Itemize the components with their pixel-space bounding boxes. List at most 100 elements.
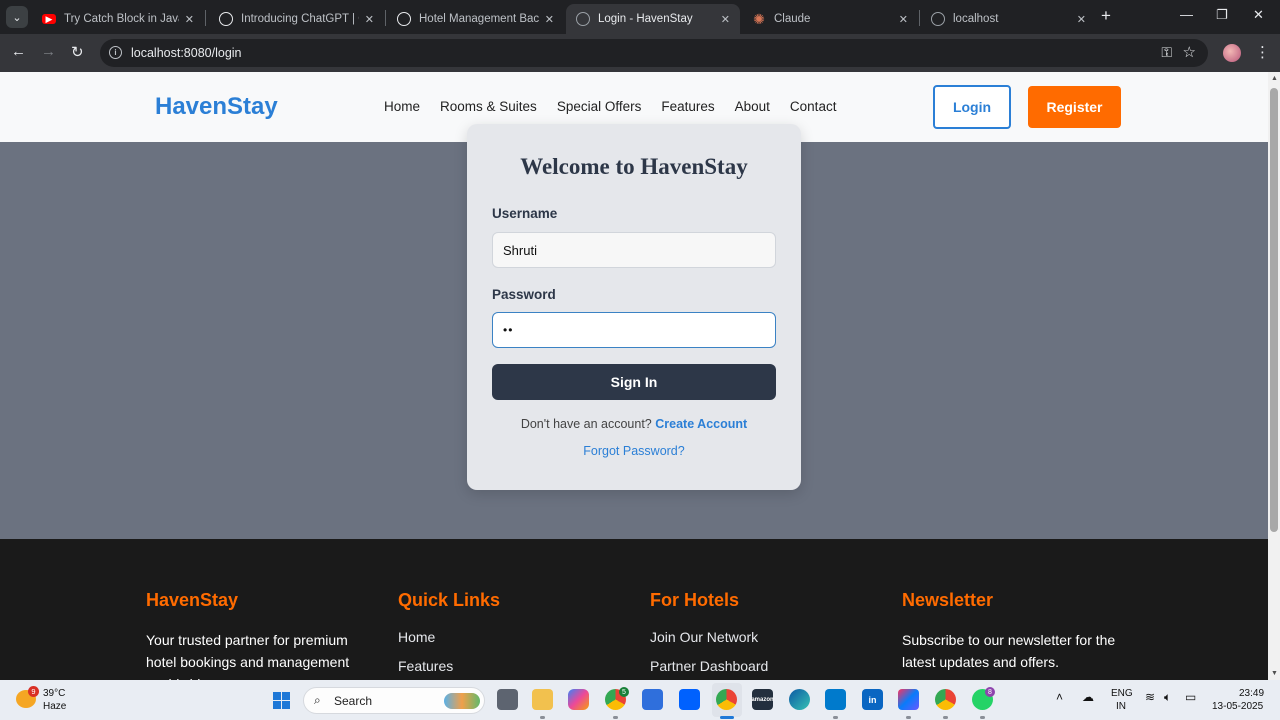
login-card: Welcome to HavenStay Username Shruti Pas…	[467, 124, 801, 490]
tab-divider	[919, 10, 920, 26]
tab-chatgpt[interactable]: Introducing ChatGPT | Ope ✕	[209, 4, 384, 34]
chrome-badge: 5	[619, 687, 629, 697]
task-view-icon[interactable]	[497, 689, 518, 710]
running-indicator	[980, 716, 985, 719]
profile-avatar[interactable]	[1223, 44, 1241, 62]
key-icon[interactable]: ⚿	[1161, 44, 1172, 61]
footer-link-home[interactable]: Home	[398, 629, 628, 645]
clock-date[interactable]: 13-05-2025	[1212, 701, 1263, 712]
site-info-icon[interactable]: i	[109, 46, 122, 59]
scroll-up-arrow-icon[interactable]: ▲	[1271, 75, 1278, 82]
search-icon: ⌕	[314, 693, 321, 707]
footer-for-hotels-title: For Hotels	[650, 590, 740, 610]
vscode-icon[interactable]	[825, 689, 846, 710]
nav-home[interactable]: Home	[384, 99, 420, 114]
dropbox-icon[interactable]	[679, 689, 700, 710]
browser-toolbar: ← → ↻ i localhost:8080/login ⚿ ☆ ⋮	[0, 34, 1280, 72]
scroll-thumb[interactable]	[1270, 88, 1278, 532]
minimize-button[interactable]: —	[1180, 7, 1193, 22]
copilot-icon[interactable]	[568, 689, 589, 710]
edge-icon[interactable]	[789, 689, 810, 710]
taskbar-search[interactable]: ⌕ Search	[303, 687, 485, 714]
nav-features[interactable]: Features	[661, 99, 714, 114]
tab-title: Login - HavenStay	[598, 13, 693, 25]
url-text[interactable]: localhost:8080/login	[131, 46, 242, 60]
language-region[interactable]: IN	[1116, 701, 1126, 712]
sign-in-button[interactable]: Sign In	[492, 364, 776, 400]
login-button[interactable]: Login	[933, 85, 1011, 129]
footer-newsletter-text: Subscribe to our newsletter for the late…	[902, 632, 1116, 670]
whatsapp-badge: 8	[985, 687, 995, 697]
nav-rooms-suites[interactable]: Rooms & Suites	[440, 99, 537, 114]
weather-condition[interactable]: Haze	[43, 701, 66, 712]
bookmark-star-icon[interactable]: ☆	[1183, 43, 1196, 61]
microsoft-store-icon[interactable]	[642, 689, 663, 710]
password-field[interactable]: ••	[492, 312, 776, 348]
clock-time[interactable]: 23:49	[1239, 688, 1264, 699]
tab-title: Claude	[774, 13, 811, 25]
nav-contact[interactable]: Contact	[790, 99, 837, 114]
footer-link-features[interactable]: Features	[398, 658, 628, 674]
search-label: Search	[334, 694, 373, 708]
tab-youtube[interactable]: ▶ Try Catch Block in Java - Yo ✕	[32, 4, 204, 34]
file-explorer-icon[interactable]	[532, 689, 553, 710]
close-icon[interactable]: ✕	[365, 13, 374, 26]
tab-title: Introducing ChatGPT | Ope	[241, 13, 359, 25]
chevron-up-icon[interactable]: ˄	[1056, 690, 1063, 704]
forward-button[interactable]: →	[41, 43, 56, 60]
close-icon[interactable]: ✕	[185, 13, 194, 26]
tab-title: Hotel Management Backen	[419, 13, 539, 25]
footer-link-join-network[interactable]: Join Our Network	[650, 629, 880, 645]
weather-badge: 9	[28, 686, 39, 697]
reload-button[interactable]: ↻	[71, 43, 84, 61]
running-indicator	[906, 716, 911, 719]
footer-link-partner-dashboard[interactable]: Partner Dashboard	[650, 658, 880, 674]
tab-claude[interactable]: ✺ Claude ✕	[742, 4, 918, 34]
close-icon[interactable]: ✕	[721, 13, 730, 26]
register-button[interactable]: Register	[1028, 86, 1121, 128]
create-account-link[interactable]: Create Account	[655, 417, 747, 431]
page-scrollbar[interactable]: ▲ ▼	[1268, 72, 1280, 680]
active-indicator	[720, 716, 734, 719]
nav-special-offers[interactable]: Special Offers	[557, 99, 642, 114]
main-nav: Home Rooms & Suites Special Offers Featu…	[384, 99, 836, 114]
volume-icon[interactable]: 🔈︎	[1164, 690, 1171, 705]
username-field[interactable]: Shruti	[492, 232, 776, 268]
back-button[interactable]: ←	[11, 43, 26, 60]
address-bar[interactable]: i localhost:8080/login ⚿ ☆	[100, 39, 1208, 67]
onedrive-icon[interactable]: ☁	[1082, 690, 1094, 704]
forgot-password-link[interactable]: Forgot Password?	[583, 444, 684, 458]
close-icon[interactable]: ✕	[1077, 13, 1086, 26]
language-indicator[interactable]: ENG	[1111, 688, 1133, 699]
site-logo[interactable]: HavenStay	[155, 93, 278, 121]
footer-quick-links: Quick Links Home Features	[398, 590, 628, 680]
close-icon[interactable]: ✕	[545, 13, 554, 26]
footer-about-text: Your trusted partner for premium hotel b…	[146, 632, 350, 680]
more-menu-icon[interactable]: ⋮	[1255, 43, 1270, 61]
site-footer: HavenStay Your trusted partner for premi…	[0, 539, 1268, 680]
new-tab-button[interactable]: +	[1101, 7, 1111, 24]
running-indicator	[943, 716, 948, 719]
close-icon[interactable]: ✕	[899, 13, 908, 26]
no-account-text: Don't have an account?	[520, 417, 652, 431]
chrome-icon[interactable]	[716, 689, 737, 710]
nav-about[interactable]: About	[735, 99, 770, 114]
tab-hotel-backend[interactable]: Hotel Management Backen ✕	[387, 4, 564, 34]
linkedin-icon[interactable]: in	[862, 689, 883, 710]
tab-login-havenstay[interactable]: Login - HavenStay ✕	[566, 4, 740, 34]
weather-temperature[interactable]: 39°C	[43, 688, 65, 699]
windows-start-icon[interactable]	[273, 692, 290, 709]
intellij-icon[interactable]	[898, 689, 919, 710]
chrome-second-profile-icon[interactable]	[935, 689, 956, 710]
tab-localhost[interactable]: localhost ✕	[921, 4, 1096, 34]
window-close-button[interactable]: ✕	[1253, 7, 1264, 23]
tab-search-button[interactable]: ⌄	[6, 6, 28, 28]
battery-icon[interactable]: ▭	[1185, 690, 1196, 704]
globe-icon	[931, 12, 945, 26]
scroll-down-arrow-icon[interactable]: ▼	[1271, 670, 1278, 677]
amazon-icon[interactable]: amazon	[751, 689, 774, 710]
restore-button[interactable]: ❐	[1216, 7, 1228, 23]
password-label: Password	[492, 287, 556, 302]
wifi-icon[interactable]: ≋	[1145, 690, 1155, 704]
tab-title: Try Catch Block in Java - Yo	[64, 13, 179, 25]
